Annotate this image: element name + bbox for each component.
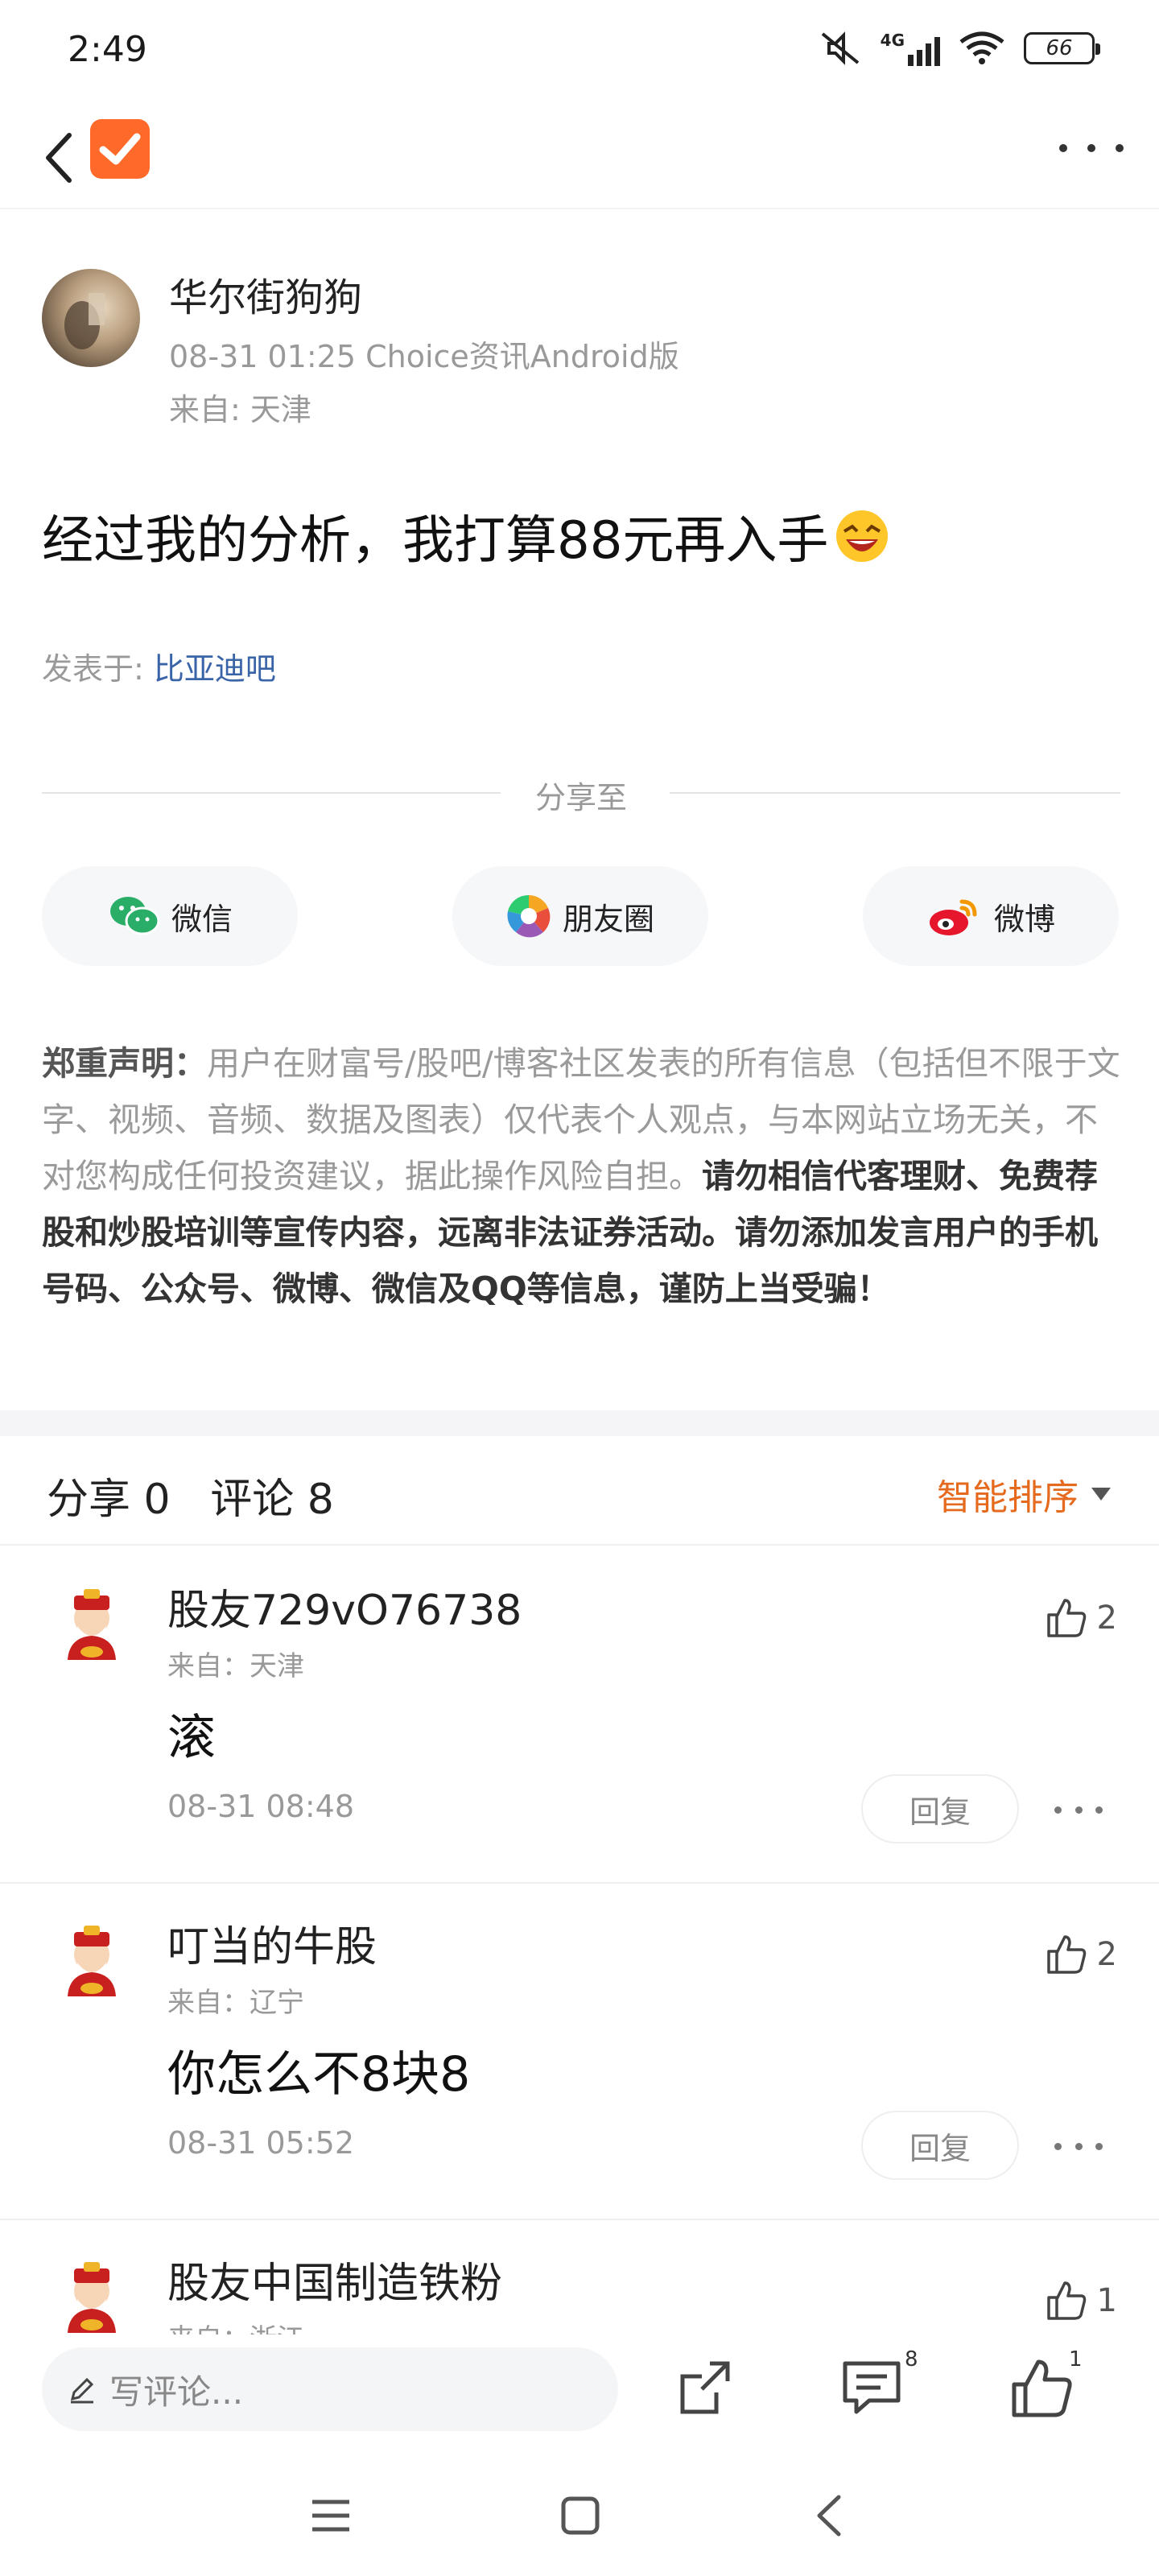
comment-username[interactable]: 股友中国制造铁粉 — [167, 2249, 502, 2310]
chevron-left-icon[interactable] — [35, 126, 84, 190]
moments-icon — [507, 894, 551, 938]
share-wechat-button[interactable]: 微信 — [42, 866, 298, 966]
battery-icon: 66 — [1024, 32, 1100, 64]
post-content-text: 经过我的分析，我打算88元再入手 — [42, 511, 829, 571]
comment-like-count: 2 — [1096, 1936, 1117, 1973]
thumbs-up-icon — [1046, 2281, 1086, 2320]
post-location: 来自: 天津 — [169, 392, 311, 427]
board-link[interactable]: 比亚迪吧 — [154, 651, 276, 687]
fortune-god-avatar-icon[interactable] — [53, 1922, 130, 2000]
posted-in-label: 发表于: — [42, 651, 154, 687]
comment-location: 来自：辽宁 — [167, 1987, 304, 2019]
thumbs-up-icon[interactable] — [1006, 2352, 1079, 2425]
comment-item: 股友中国制造铁粉 来自：浙江 1 — [0, 2220, 1159, 2341]
comment-count-badge: 8 — [905, 2347, 918, 2372]
comment-text: 滚 — [167, 1710, 216, 1766]
reply-button[interactable]: 回复 — [861, 1774, 1019, 1843]
comment-like-button[interactable]: 2 — [1044, 1932, 1117, 1977]
like-count-badge: 1 — [1069, 2347, 1083, 2372]
post-meta: 08-31 01:25 Choice资讯Android版 — [169, 339, 679, 374]
share-icon[interactable] — [670, 2352, 742, 2425]
home-icon[interactable] — [552, 2487, 608, 2544]
sort-dropdown[interactable]: 智能排序 — [937, 1468, 1111, 1520]
comment-text: 你怎么不8块8 — [167, 2046, 471, 2103]
share-comment-counts[interactable]: 分享 0 评论 8 — [47, 1465, 334, 1525]
network-label: 4G — [880, 31, 905, 50]
section-divider — [0, 1410, 1159, 1436]
comment-item: 叮当的牛股 来自：辽宁 你怎么不8块8 08-31 05:52 回复 2 — [0, 1884, 1159, 2220]
author-name[interactable]: 华尔街狗狗 — [169, 266, 362, 322]
reply-button[interactable]: 回复 — [861, 2111, 1019, 2180]
pencil-icon — [70, 2377, 94, 2404]
comment-username[interactable]: 股友729vO76738 — [167, 1576, 522, 1637]
share-divider: 分享至 — [42, 773, 1120, 815]
comment-like-count: 2 — [1096, 1600, 1117, 1637]
mute-icon — [821, 31, 859, 65]
signal-icon: 4G — [881, 31, 940, 66]
status-bar: 2:49 4G 66 — [0, 0, 1159, 97]
comment-item: 股友729vO76738 来自：天津 滚 08-31 08:48 回复 2 — [0, 1547, 1159, 1884]
comment-location: 来自：天津 — [167, 1650, 304, 1682]
back-icon[interactable] — [802, 2487, 858, 2544]
share-weibo-button[interactable]: 微博 — [863, 866, 1119, 966]
system-nav-bar — [0, 2455, 1159, 2576]
comment-more-icon[interactable] — [1054, 2130, 1103, 2162]
fortune-god-avatar-icon[interactable] — [53, 1586, 130, 1663]
status-icons: 4G 66 — [818, 29, 1100, 68]
share-wechat-label: 微信 — [171, 901, 233, 937]
triangle-down-icon — [1091, 1488, 1111, 1501]
menu-icon[interactable] — [303, 2487, 359, 2544]
author-avatar[interactable] — [42, 269, 140, 367]
share-weibo-label: 微博 — [993, 901, 1055, 937]
post-content: 经过我的分析，我打算88元再入手 — [42, 499, 891, 573]
wifi-icon — [959, 31, 1004, 64]
battery-level: 66 — [1046, 36, 1073, 60]
comment-input-placeholder: 写评论... — [109, 2372, 244, 2412]
comment-input[interactable]: 写评论... — [42, 2347, 618, 2431]
share-moments-label: 朋友圈 — [562, 901, 654, 937]
disclaimer: 郑重声明：用户在财富号/股吧/博客社区发表的所有信息（包括但不限于文字、视频、音… — [42, 1035, 1120, 1317]
bottom-action-bar: 写评论... 8 1 — [0, 2334, 1159, 2447]
comment-like-button[interactable]: 1 — [1044, 2278, 1117, 2323]
comment-icon[interactable] — [837, 2352, 909, 2425]
disclaimer-title: 郑重声明： — [42, 1044, 207, 1083]
checkmark-logo-icon[interactable] — [90, 119, 150, 179]
more-horizontal-icon[interactable] — [1059, 129, 1124, 167]
status-time: 2:49 — [68, 29, 147, 70]
share-moments-button[interactable]: 朋友圈 — [452, 866, 708, 966]
comment-like-button[interactable]: 2 — [1044, 1596, 1117, 1641]
share-label: 分享至 — [534, 780, 627, 815]
weibo-icon — [929, 899, 977, 935]
thumbs-up-icon — [1046, 1599, 1086, 1637]
sort-label: 智能排序 — [937, 1477, 1079, 1518]
wechat-icon — [109, 897, 160, 935]
nav-bar — [0, 105, 1159, 209]
comment-time: 08-31 05:52 — [167, 2125, 355, 2161]
thumbs-up-icon — [1046, 1935, 1086, 1974]
comment-time: 08-31 08:48 — [167, 1789, 355, 1824]
comment-counts-bar: 分享 0 评论 8 智能排序 — [0, 1436, 1159, 1546]
laughing-emoji-icon — [836, 510, 889, 562]
comment-username[interactable]: 叮当的牛股 — [167, 1913, 377, 1973]
comment-more-icon[interactable] — [1054, 1794, 1103, 1826]
comment-like-count: 1 — [1096, 2282, 1117, 2319]
posted-in: 发表于: 比亚迪吧 — [42, 644, 276, 688]
fortune-god-avatar-icon[interactable] — [53, 2259, 130, 2336]
